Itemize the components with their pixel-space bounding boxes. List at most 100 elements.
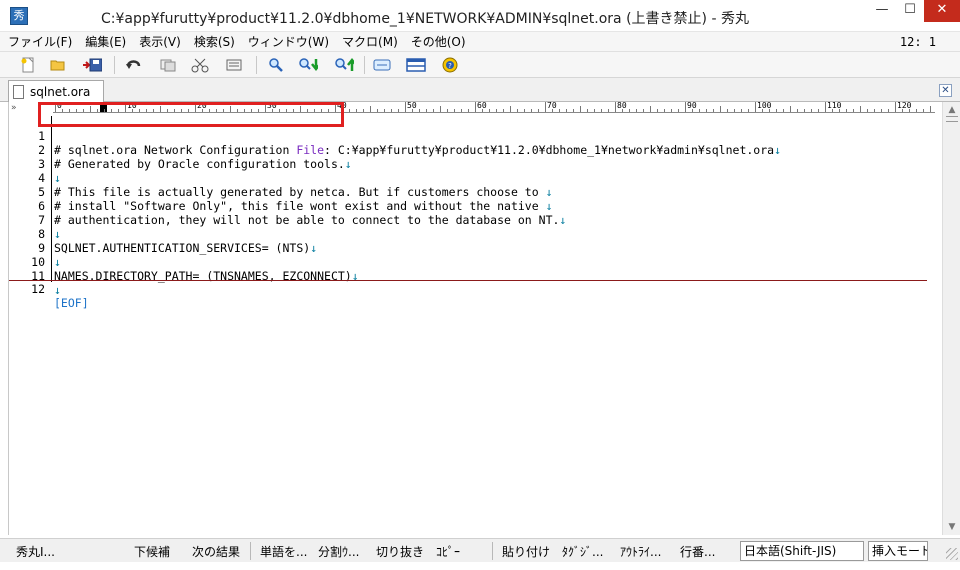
ruler-minor-tick [440, 106, 441, 112]
status-cut[interactable]: 切り抜き [376, 543, 424, 560]
ruler-tick [545, 102, 546, 112]
scroll-up-arrow-icon[interactable]: ▲ [946, 104, 958, 116]
menu-macro[interactable]: マクロ(M) [342, 33, 398, 50]
status-tag-jump[interactable]: ﾀｸﾞｼﾞ... [562, 543, 603, 560]
editor-line[interactable]: 2 # Generated by Oracle configuration to… [9, 129, 935, 171]
ruler-minor-tick [517, 109, 518, 112]
ruler-minor-tick [699, 109, 700, 112]
editor-line[interactable]: 8 SQLNET.AUTHENTICATION_SERVICES= (NTS)↓ [9, 213, 935, 255]
ruler-scroll-indicator: » [11, 103, 17, 113]
ruler-minor-tick [601, 109, 602, 112]
toolbar: ? [0, 52, 960, 78]
highlight-annotation-box [38, 102, 344, 127]
status-bar: 秀丸I... 下候補 次の結果 単語を... 分割ｳ... 切り抜き ｺﾋﾟｰ … [0, 538, 960, 562]
ruler-minor-tick [412, 109, 413, 112]
scroll-down-arrow-icon[interactable]: ▼ [946, 521, 958, 533]
editor-line[interactable]: 3 ↓ [9, 143, 935, 185]
find-up-icon[interactable] [334, 55, 354, 75]
ruler-tick [825, 102, 826, 112]
encoding-indicator[interactable]: 日本語(Shift-JIS) [740, 541, 864, 561]
ruler-minor-tick [566, 109, 567, 112]
ruler-minor-tick [454, 109, 455, 112]
ruler-minor-tick [643, 109, 644, 112]
ruler-minor-tick [818, 109, 819, 112]
editor-area[interactable]: » 0 10 20 30 40 50 60 70 80 90 100 110 120 1 # sqlne… [8, 102, 935, 535]
close-window-button[interactable]: ✕ [924, 0, 960, 22]
menu-window[interactable]: ウィンドウ(W) [248, 33, 329, 50]
ruler-minor-tick [657, 109, 658, 112]
ruler-minor-tick [398, 109, 399, 112]
menu-search[interactable]: 検索(S) [194, 33, 235, 50]
ruler-minor-tick [839, 109, 840, 112]
ruler-minor-tick [678, 109, 679, 112]
editor-line[interactable]: 7 ↓ [9, 199, 935, 241]
ruler-minor-tick [783, 109, 784, 112]
ruler-minor-tick [629, 109, 630, 112]
open-folder-icon[interactable] [48, 55, 68, 75]
ruler-minor-tick [790, 106, 791, 112]
replace-icon[interactable] [372, 55, 392, 75]
menu-file[interactable]: ファイル(F) [8, 33, 72, 50]
new-file-icon[interactable] [18, 55, 38, 75]
status-line-number[interactable]: 行番... [680, 543, 715, 560]
split-handle[interactable] [946, 116, 958, 122]
status-next-candidate[interactable]: 下候補 [134, 543, 170, 560]
ruler-minor-tick [867, 109, 868, 112]
editor-line[interactable]: 5 # install "Software Only", this file w… [9, 171, 935, 213]
undo-icon[interactable] [124, 55, 144, 75]
editor-line[interactable]: 4 # This file is actually generated by n… [9, 157, 935, 199]
paste-icon[interactable] [224, 55, 244, 75]
menu-edit[interactable]: 編集(E) [85, 33, 126, 50]
ruler-minor-tick [776, 109, 777, 112]
ruler-minor-tick [363, 109, 364, 112]
ruler-minor-tick [741, 109, 742, 112]
help-icon[interactable]: ? [440, 55, 460, 75]
resize-grip[interactable] [946, 548, 958, 560]
status-copy[interactable]: ｺﾋﾟｰ [436, 543, 460, 560]
ruler-minor-tick [909, 109, 910, 112]
ruler-minor-tick [461, 109, 462, 112]
status-paste[interactable]: 貼り付け [502, 543, 550, 560]
ruler-minor-tick [433, 109, 434, 112]
status-split-window[interactable]: 分割ｳ... [318, 543, 359, 560]
maximize-button[interactable]: ☐ [896, 0, 924, 22]
ruler-minor-tick [489, 109, 490, 112]
menu-other[interactable]: その他(O) [411, 33, 466, 50]
ruler-minor-tick [391, 109, 392, 112]
ruler-tick [615, 102, 616, 112]
ruler-minor-tick [377, 109, 378, 112]
ruler-minor-tick [706, 109, 707, 112]
ruler-minor-tick [426, 109, 427, 112]
insert-mode-indicator[interactable]: 挿入モード [868, 541, 928, 561]
find-down-icon[interactable] [298, 55, 318, 75]
menu-view[interactable]: 表示(V) [139, 33, 181, 50]
window-icon[interactable] [406, 55, 426, 75]
ruler-minor-tick [720, 106, 721, 112]
save-icon[interactable] [82, 55, 102, 75]
minimize-button[interactable]: — [868, 0, 896, 22]
status-hidemaru-ime[interactable]: 秀丸I... [16, 543, 55, 560]
status-word[interactable]: 単語を... [260, 543, 307, 560]
ruler-minor-tick [594, 109, 595, 112]
ruler-minor-tick [769, 109, 770, 112]
ruler-minor-tick [510, 106, 511, 112]
ruler-minor-tick [832, 109, 833, 112]
find-icon[interactable] [266, 55, 286, 75]
ruler-minor-tick [559, 109, 560, 112]
ruler-minor-tick [538, 109, 539, 112]
ruler-minor-tick [356, 109, 357, 112]
vertical-scrollbar[interactable]: ▲ ▼ [942, 102, 960, 535]
status-next-result[interactable]: 次の結果 [192, 543, 240, 560]
tab-sqlnet-ora[interactable]: sqlnet.ora [8, 80, 104, 102]
editor-line[interactable]: 6 # authentication, they will not be abl… [9, 185, 935, 227]
svg-text:?: ? [448, 62, 452, 70]
copy-icon[interactable] [158, 55, 178, 75]
ruler-minor-tick [734, 109, 735, 112]
status-outline[interactable]: ｱｳﾄﾗｲ... [620, 543, 661, 560]
ruler-minor-tick [531, 109, 532, 112]
close-tab-icon[interactable]: ✕ [939, 84, 952, 97]
editor-line[interactable]: 10 NAMES.DIRECTORY_PATH= (TNSNAMES, EZCO… [9, 241, 935, 283]
cut-icon[interactable] [190, 55, 210, 75]
editor-line[interactable]: 9 ↓ [9, 227, 935, 269]
editor-line[interactable]: 11 ↓ [9, 255, 935, 297]
